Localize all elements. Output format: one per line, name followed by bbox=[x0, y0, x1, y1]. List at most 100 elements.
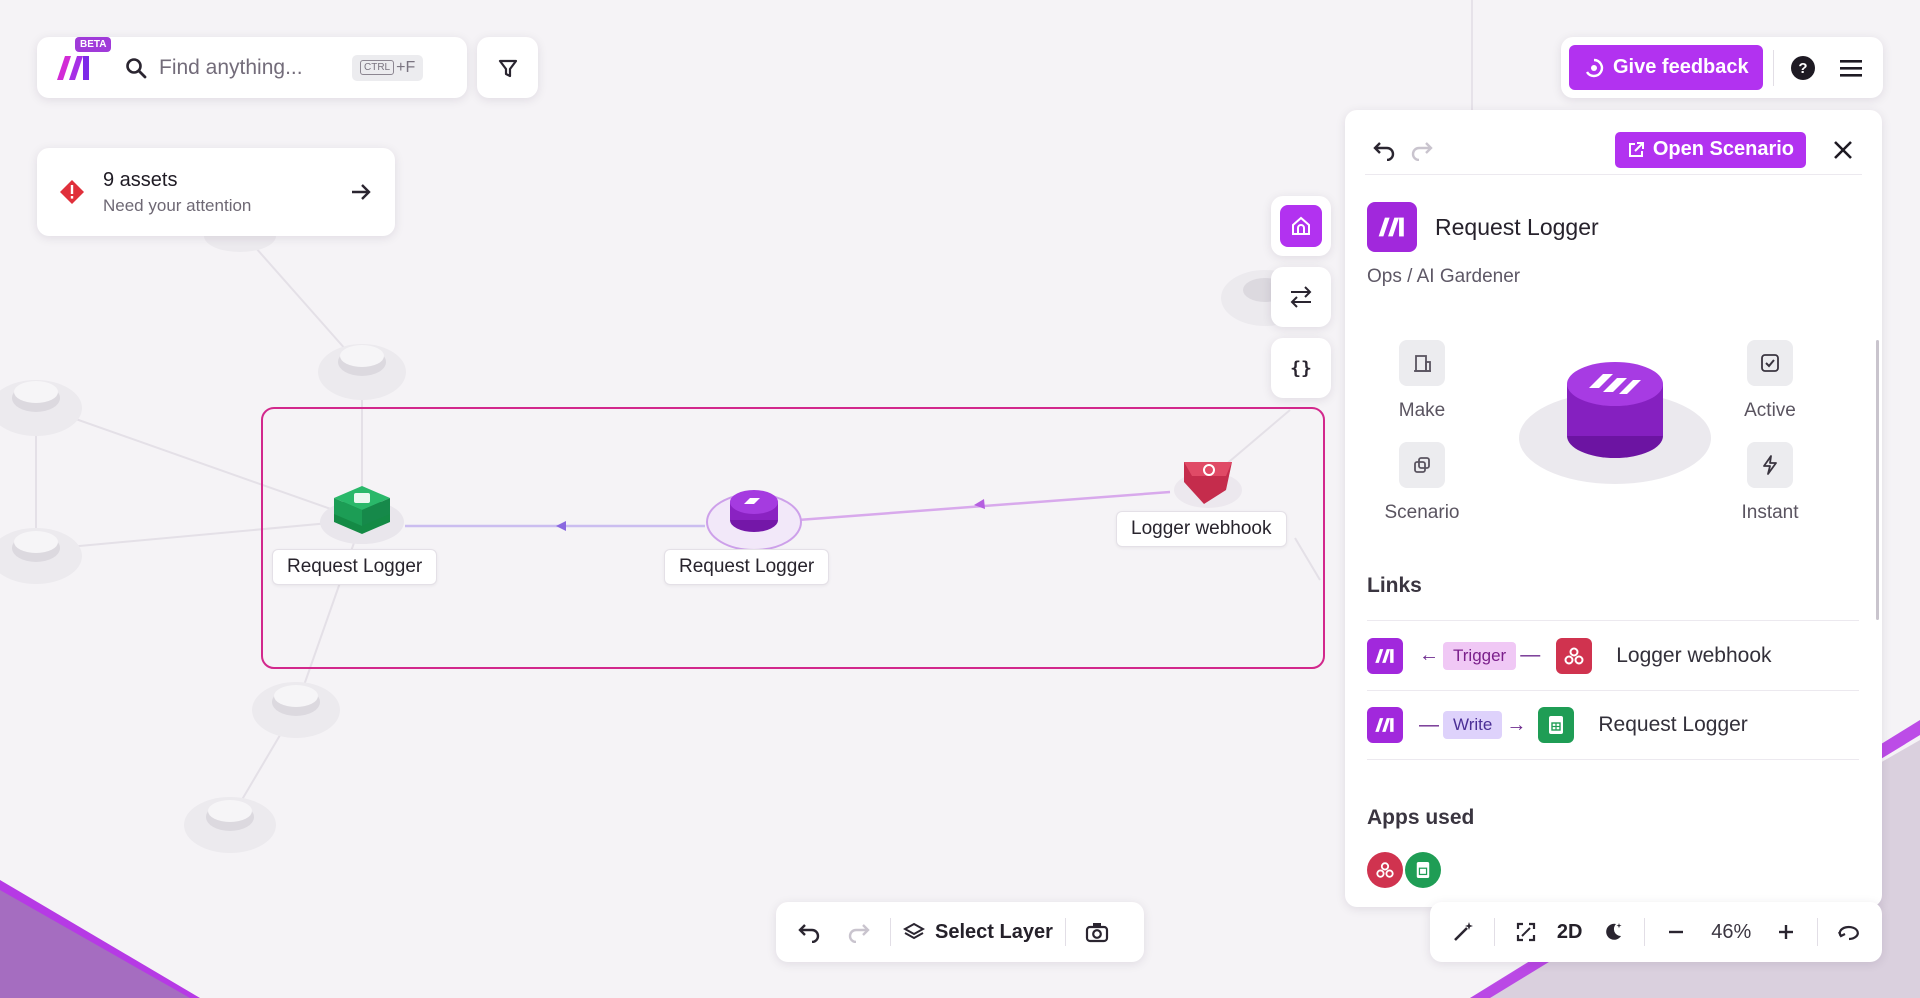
minus-icon bbox=[1669, 930, 1684, 934]
alert-title: 9 assets bbox=[103, 168, 178, 191]
magic-wand-icon bbox=[1454, 922, 1473, 941]
fit-view-button[interactable] bbox=[1507, 913, 1545, 951]
svg-text:?: ? bbox=[1798, 60, 1807, 77]
feedback-icon bbox=[1585, 58, 1604, 77]
sheets-app-icon[interactable] bbox=[1405, 852, 1441, 888]
adjust-button[interactable] bbox=[1271, 267, 1331, 327]
camera-icon bbox=[1085, 923, 1108, 943]
menu-button[interactable] bbox=[1832, 49, 1870, 87]
help-icon: ? bbox=[1790, 55, 1815, 80]
close-icon bbox=[1834, 140, 1852, 159]
view-toolbar: 2D 46% bbox=[1430, 902, 1882, 962]
zoom-level: 46% bbox=[1711, 920, 1752, 943]
links-title: Links bbox=[1367, 574, 1422, 597]
make-logo[interactable]: BETA bbox=[51, 36, 112, 91]
undo-button[interactable] bbox=[1365, 131, 1403, 169]
prop-type-label: Scenario bbox=[1384, 502, 1460, 523]
rotate-view-button[interactable] bbox=[1830, 913, 1868, 951]
scenario-node[interactable] bbox=[706, 490, 802, 551]
redo-button[interactable] bbox=[1403, 131, 1441, 169]
shortcut-suffix: +F bbox=[396, 58, 416, 76]
top-right-toolbar: Give feedback ? bbox=[1561, 37, 1883, 98]
select-layer-label: Select Layer bbox=[935, 920, 1053, 943]
checkbox-icon bbox=[1747, 340, 1793, 386]
toolbar-divider bbox=[1493, 918, 1495, 946]
hamburger-icon bbox=[1839, 59, 1862, 77]
scenario-type-icon bbox=[1399, 442, 1445, 488]
panel-scrollbar[interactable] bbox=[1876, 340, 1879, 620]
screenshot-button[interactable] bbox=[1078, 913, 1116, 951]
toolbar-divider bbox=[1817, 918, 1819, 946]
zoom-in-button[interactable] bbox=[1767, 913, 1805, 951]
zoom-out-button[interactable] bbox=[1657, 913, 1695, 951]
filter-icon bbox=[498, 59, 517, 77]
search-shortcut: CTRL +F bbox=[352, 54, 424, 81]
bottom-toolbar: Select Layer bbox=[776, 902, 1144, 962]
undo-icon bbox=[798, 924, 820, 943]
prop-status: Active bbox=[1705, 340, 1835, 422]
code-button[interactable]: {} bbox=[1271, 338, 1331, 398]
breadcrumb: Ops / AI Gardener bbox=[1367, 266, 1521, 287]
make-mini-icon bbox=[1367, 707, 1403, 743]
braces-icon: {} bbox=[1290, 358, 1312, 379]
canvas-undo-button[interactable] bbox=[790, 913, 828, 951]
shortcut-key: CTRL bbox=[360, 60, 395, 75]
help-button[interactable]: ? bbox=[1784, 49, 1822, 87]
home-icon bbox=[1292, 216, 1310, 235]
sheets-node[interactable] bbox=[320, 486, 404, 544]
apps-used-title: Apps used bbox=[1367, 806, 1475, 829]
panel-title-row: Request Logger bbox=[1367, 202, 1599, 252]
search-icon bbox=[121, 53, 151, 83]
write-tag: Write bbox=[1443, 711, 1503, 739]
prop-status-label: Active bbox=[1744, 400, 1796, 421]
apps-used-list bbox=[1367, 852, 1441, 888]
link-row-trigger[interactable]: ← Trigger — Logger webhook bbox=[1367, 620, 1859, 690]
toolbar-divider bbox=[1064, 918, 1066, 946]
view-mode-toggle[interactable]: 2D bbox=[1557, 921, 1583, 944]
webhook-app-icon[interactable] bbox=[1367, 852, 1403, 888]
redo-icon bbox=[1411, 141, 1433, 161]
assets-alert[interactable]: 9 assets Need your attention bbox=[37, 148, 395, 236]
close-panel-button[interactable] bbox=[1824, 131, 1862, 169]
link-target-sheets: Request Logger bbox=[1598, 713, 1748, 736]
canvas-redo-button[interactable] bbox=[840, 913, 878, 951]
prop-owner-label: Make bbox=[1398, 400, 1446, 421]
webhook-node[interactable] bbox=[1174, 462, 1242, 508]
home-view-button[interactable] bbox=[1271, 196, 1331, 256]
search-input[interactable] bbox=[159, 55, 344, 80]
moon-icon bbox=[1606, 923, 1622, 940]
layers-icon bbox=[903, 922, 925, 940]
node-label-sheets[interactable]: Request Logger bbox=[272, 549, 438, 585]
magic-wand-button[interactable] bbox=[1444, 913, 1482, 951]
arrow-right-icon: → bbox=[1506, 713, 1527, 736]
alert-subtitle: Need your attention bbox=[103, 195, 252, 215]
open-scenario-button[interactable]: Open Scenario bbox=[1614, 131, 1806, 168]
webhook-mini-icon bbox=[1556, 637, 1593, 674]
open-scenario-label: Open Scenario bbox=[1652, 138, 1794, 160]
arrow-right-icon bbox=[352, 184, 371, 200]
orbit-icon bbox=[1838, 925, 1859, 941]
toolbar-divider bbox=[1644, 918, 1646, 946]
external-link-icon bbox=[1628, 141, 1644, 157]
toolbar-divider bbox=[1772, 49, 1774, 86]
dark-mode-button[interactable] bbox=[1594, 913, 1632, 951]
panel-title: Request Logger bbox=[1435, 213, 1599, 240]
make-logo-icon bbox=[57, 55, 89, 80]
give-feedback-button[interactable]: Give feedback bbox=[1569, 45, 1763, 90]
undo-icon bbox=[1373, 141, 1395, 161]
prop-type: Scenario bbox=[1357, 442, 1487, 524]
transfer-icon bbox=[1290, 286, 1312, 308]
node-label-scenario[interactable]: Request Logger bbox=[664, 549, 830, 585]
give-feedback-label: Give feedback bbox=[1613, 56, 1749, 78]
prop-schedule: Instant bbox=[1705, 442, 1835, 524]
select-layer-button[interactable]: Select Layer bbox=[903, 921, 1053, 944]
node-label-webhook[interactable]: Logger webhook bbox=[1116, 511, 1287, 547]
dash-icon: — bbox=[1419, 713, 1439, 736]
link-row-write[interactable]: — Write → Request Logger bbox=[1367, 690, 1859, 760]
beta-badge: BETA bbox=[75, 36, 112, 52]
filter-button[interactable] bbox=[477, 37, 538, 98]
warning-icon bbox=[60, 180, 84, 204]
scenario-3d-icon bbox=[1519, 362, 1711, 484]
sheets-mini-icon bbox=[1538, 707, 1575, 743]
make-app-icon bbox=[1367, 202, 1417, 252]
